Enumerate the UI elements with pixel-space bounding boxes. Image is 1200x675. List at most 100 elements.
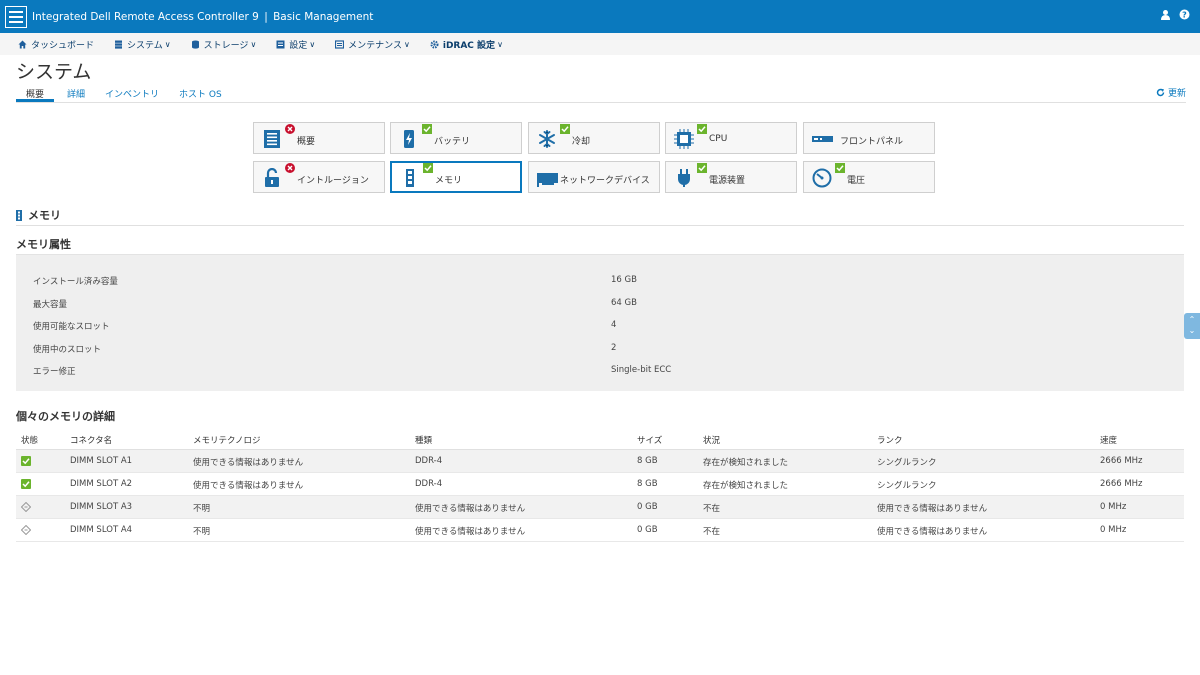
nav-storage[interactable]: ストレージ ∨ [191,38,257,51]
column-header-speed[interactable]: 速度 [1100,434,1117,446]
tab-inventory[interactable]: インベントリ [98,86,166,102]
component-cpu[interactable]: CPU [665,122,797,154]
memory-details-table: 状態 コネクタ名 メモリテクノロジ 種類 サイズ 状況 ランク 速度 DIMM … [16,430,1184,542]
refresh-button[interactable]: 更新 [1156,86,1186,99]
nav-dashboard[interactable]: タッシュボード [18,38,94,51]
component-summary[interactable]: 概要 [253,122,385,154]
component-label: バッテリ [434,137,471,147]
column-header-type[interactable]: 種類 [415,434,432,446]
cell-technology: 使用できる情報はありません [193,458,304,468]
user-icon[interactable] [1160,9,1171,20]
component-network-devices[interactable]: ネットワークデバイス [528,161,660,193]
cell-size: 0 GB [637,502,658,512]
column-header-state[interactable]: 状況 [703,434,720,446]
component-intrusion[interactable]: イントルージョン [253,161,385,193]
cell-connector: DIMM SLOT A4 [70,525,133,535]
attribute-key: エラー修正 [33,367,76,377]
table-row: DIMM SLOT A4 不明 使用できる情報はありません 0 GB 不在 使用… [16,519,1184,542]
cell-connector: DIMM SLOT A1 [70,456,133,466]
component-label: フロントパネル [840,137,904,147]
table-header: 状態 コネクタ名 メモリテクノロジ 種類 サイズ 状況 ランク 速度 [16,430,1184,450]
chevron-down-icon: ∨ [404,39,410,49]
cell-speed: 2666 MHz [1100,479,1143,489]
ok-status-icon [697,124,707,134]
cell-size: 0 GB [637,525,658,535]
ok-status-icon [423,163,433,173]
column-header-technology[interactable]: メモリテクノロジ [193,434,261,446]
network-device-icon [537,173,558,187]
ok-status-icon [21,479,31,489]
attribute-key: 使用中のスロット [33,345,102,355]
component-power-supply[interactable]: 電源装置 [665,161,797,193]
cell-size: 8 GB [637,479,658,489]
tab-overview[interactable]: 概要 [16,86,55,102]
column-header-size[interactable]: サイズ [637,434,662,446]
refresh-label: 更新 [1167,89,1186,99]
nav-storage-label: ストレージ [203,40,249,51]
component-memory[interactable]: メモリ [390,161,522,193]
cooling-icon [539,130,555,148]
help-icon[interactable]: ? [1179,9,1190,20]
nav-settings[interactable]: 設定 ∨ [276,38,315,51]
memory-details-heading: 個々のメモリの詳細 [16,410,115,423]
chevron-down-icon: ∨ [250,39,257,49]
scroll-up-down-button[interactable]: ⌃ ⌄ [1184,313,1200,339]
column-header-rank[interactable]: ランク [877,434,903,446]
attribute-value: 16 GB [611,275,637,285]
unlock-icon [265,168,279,187]
idrac-logo-icon [5,5,27,28]
cell-rank: シングルランク [877,458,937,468]
nav-system[interactable]: システム ∨ [114,38,171,51]
nav-maintenance[interactable]: メンテナンス ∨ [335,38,410,51]
cell-rank: シングルランク [877,481,937,491]
cell-technology: 不明 [193,504,211,514]
tab-host-os[interactable]: ホスト OS [172,86,229,102]
chevron-up-icon[interactable]: ⌃ [1184,314,1200,325]
ok-status-icon [422,124,432,134]
front-panel-icon [812,136,833,142]
nav-idrac-settings-label: iDRAC 設定 [442,40,496,51]
cpu-icon [674,129,694,149]
cell-size: 8 GB [637,456,658,466]
voltage-gauge-icon [812,168,832,188]
attribute-value: 2 [611,343,617,353]
component-label: 電圧 [847,176,866,186]
column-header-status[interactable]: 状態 [21,434,38,446]
table-row: DIMM SLOT A3 不明 使用できる情報はありません 0 GB 不在 使用… [16,496,1184,519]
top-bar: Integrated Dell Remote Access Controller… [0,0,1200,33]
svg-text:?: ? [1182,11,1187,20]
tab-details[interactable]: 詳細 [60,86,92,102]
chevron-down-icon[interactable]: ⌄ [1184,325,1200,336]
cell-technology: 不明 [193,527,211,537]
component-label: 概要 [297,137,316,147]
cell-state: 存在が検知されました [703,458,789,468]
cell-state: 不在 [703,504,721,514]
column-header-connector[interactable]: コネクタ名 [70,434,112,446]
cell-speed: 0 MHz [1100,525,1127,535]
component-front-panel[interactable]: フロントパネル [803,122,935,154]
tab-bar: 概要 詳細 インベントリ ホスト OS [16,86,1186,103]
table-row: DIMM SLOT A2 使用できる情報はありません DDR-4 8 GB 存在… [16,473,1184,496]
title-separator: | [264,10,268,23]
ok-status-icon [21,456,31,466]
ok-status-icon [697,163,707,173]
nav-settings-label: 設定 [289,40,308,51]
cell-state: 存在が検知されました [703,481,789,491]
memory-attributes-panel: インストール済み容量 16 GB 最大容量 64 GB 使用可能なスロット 4 … [16,254,1184,391]
nav-maintenance-label: メンテナンス [348,40,402,51]
attribute-value: 4 [611,320,617,330]
maintenance-icon [335,39,345,49]
nav-idrac-settings[interactable]: iDRAC 設定 ∨ [430,38,503,51]
attribute-value: Single-bit ECC [611,365,672,375]
unknown-status-icon [21,502,31,512]
nav-system-label: システム [127,40,163,51]
cell-type: DDR-4 [415,479,443,489]
power-supply-icon [678,169,690,187]
component-battery[interactable]: バッテリ [390,122,522,154]
memory-section-heading: メモリ [16,207,61,223]
component-cooling[interactable]: 冷却 [528,122,660,154]
ok-status-icon [835,163,845,173]
summary-icon [264,130,280,148]
table-row: DIMM SLOT A1 使用できる情報はありません DDR-4 8 GB 存在… [16,450,1184,473]
component-voltage[interactable]: 電圧 [803,161,935,193]
